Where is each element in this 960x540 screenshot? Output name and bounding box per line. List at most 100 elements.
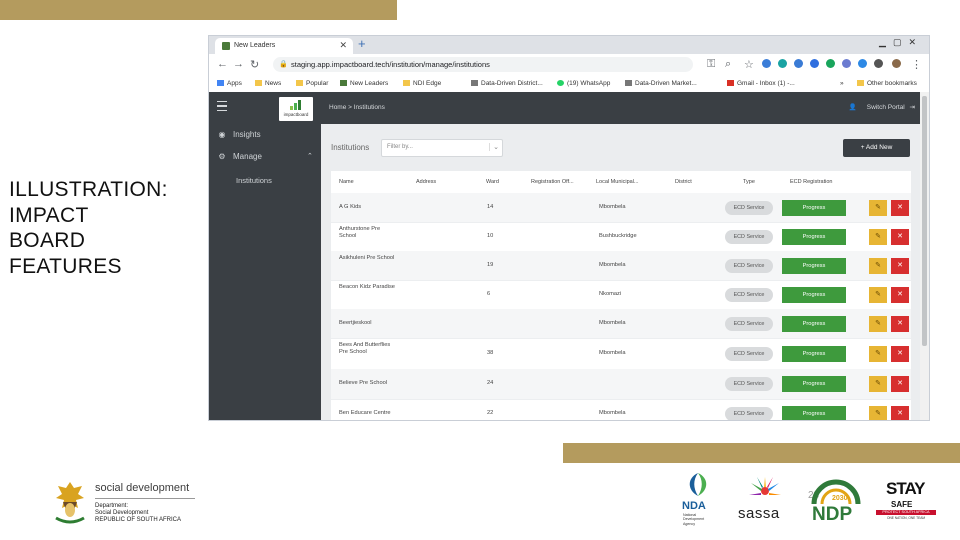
delete-button[interactable]: ✕	[891, 287, 909, 303]
edit-button[interactable]: ✎	[869, 287, 887, 303]
filter-select[interactable]: Filter by... ⌄	[381, 139, 503, 157]
edit-button[interactable]: ✎	[869, 316, 887, 332]
scrollbar-thumb[interactable]	[922, 96, 927, 346]
progress-button[interactable]: Progress	[782, 258, 846, 274]
chevron-up-icon[interactable]: ⌃	[307, 152, 313, 160]
back-icon[interactable]: ←	[217, 58, 228, 70]
column-header[interactable]: Name	[339, 179, 354, 185]
delete-button[interactable]: ✕	[891, 258, 909, 274]
table-row[interactable]: Asikhuleni Pre School 19 Mbombela ECD Servi…	[331, 251, 911, 281]
extension-icon[interactable]	[826, 59, 835, 68]
municipality-value: Mbombela	[599, 204, 626, 210]
type-badge: ECD Service	[725, 407, 773, 420]
dsd-subline: REPUBLIC OF SOUTH AFRICA	[95, 517, 182, 523]
extension-icon[interactable]	[778, 59, 787, 68]
bookmarks-overflow-icon[interactable]: »	[840, 80, 844, 87]
bookmark-star-icon[interactable]: ☆	[744, 58, 754, 71]
bookmark-news[interactable]: News	[255, 80, 281, 87]
column-header[interactable]: Local Municipal...	[596, 179, 639, 185]
url-field[interactable]: 🔒 staging.app.impactboard.tech/instituti…	[273, 57, 693, 72]
extension-icon[interactable]	[762, 59, 771, 68]
type-badge: ECD Service	[725, 317, 773, 331]
column-header[interactable]: ECD Registration	[790, 179, 833, 185]
app-header: Home > Institutions 👤 Switch Portal ⇥	[321, 92, 929, 124]
edit-button[interactable]: ✎	[869, 346, 887, 362]
bookmark-whatsapp[interactable]: (19) WhatsApp	[557, 80, 610, 87]
menu-kebab-icon[interactable]: ⋮	[911, 58, 922, 71]
profile-avatar-icon[interactable]	[892, 59, 901, 68]
extension-icon[interactable]	[794, 59, 803, 68]
bookmark-data-driven-district[interactable]: Data-Driven District...	[471, 80, 543, 87]
impactboard-logo[interactable]: impactboard	[279, 97, 313, 121]
table-header: Name Address Ward Registration Off... Lo…	[331, 171, 911, 194]
bookmark-other[interactable]: Other bookmarks	[857, 80, 917, 87]
edit-button[interactable]: ✎	[869, 258, 887, 274]
progress-button[interactable]: Progress	[782, 376, 846, 392]
scrollbar[interactable]	[920, 92, 929, 420]
table-row[interactable]: Ben Educare Centre 22 Mbombela ECD Service P…	[331, 399, 911, 420]
bookmark-ndi-edge[interactable]: NDI Edge	[403, 80, 441, 87]
column-header[interactable]: Ward	[486, 179, 499, 185]
browser-tab[interactable]: New Leaders ✕	[215, 38, 353, 54]
progress-button[interactable]: Progress	[782, 200, 846, 216]
column-header[interactable]: Registration Off...	[531, 179, 574, 185]
column-header[interactable]: Type	[743, 179, 755, 185]
extension-icon[interactable]	[810, 59, 819, 68]
close-tab-icon[interactable]: ✕	[339, 40, 347, 51]
site-favicon-icon	[222, 42, 230, 50]
delete-button[interactable]: ✕	[891, 229, 909, 245]
bookmark-apps[interactable]: Apps	[217, 80, 242, 87]
progress-button[interactable]: Progress	[782, 346, 846, 362]
delete-button[interactable]: ✕	[891, 376, 909, 392]
table-row[interactable]: Beacon Kidz Paradise 6 Nkomazi ECD Service P…	[331, 280, 911, 310]
dsd-subline: Social Development	[95, 510, 149, 516]
edit-button[interactable]: ✎	[869, 200, 887, 216]
bookmark-data-driven-market[interactable]: Data-Driven Market...	[625, 80, 697, 87]
bookmark-label: New Leaders	[350, 80, 389, 87]
table-row[interactable]: Anthurstone Pre School 10 Bushbuckridge ECD…	[331, 222, 911, 252]
institution-name: Ben Educare Centre	[339, 410, 391, 416]
stay-safe-word: SAFE	[891, 500, 913, 509]
edit-button[interactable]: ✎	[869, 229, 887, 245]
window-controls[interactable]: ▁▢✕	[879, 37, 923, 48]
progress-button[interactable]: Progress	[782, 287, 846, 303]
zoom-icon[interactable]: ⌕	[725, 58, 731, 71]
switch-portal-button[interactable]: 👤 Switch Portal ⇥	[849, 103, 915, 111]
sidebar-item-label: Manage	[233, 152, 262, 161]
bookmark-new-leaders[interactable]: New Leaders	[340, 80, 388, 87]
extension-icon[interactable]	[842, 59, 851, 68]
sidebar-item-institutions[interactable]: Institutions	[236, 176, 272, 185]
column-header[interactable]: District	[675, 179, 692, 185]
pencil-icon: ✎	[875, 233, 881, 240]
extension-icon[interactable]	[874, 59, 883, 68]
add-new-button[interactable]: + Add New	[843, 139, 910, 157]
bookmark-label: Apps	[227, 80, 242, 87]
table-row[interactable]: Beertjieskool Mbombela ECD Service Progress…	[331, 309, 911, 339]
bookmark-popular[interactable]: Popular	[296, 80, 328, 87]
reload-icon[interactable]: ↻	[250, 58, 259, 71]
key-icon[interactable]: ⚿	[707, 58, 715, 71]
table-row[interactable]: A G Kids 14 Mbombela ECD Service Progress ✎ ✕	[331, 193, 911, 223]
progress-button[interactable]: Progress	[782, 406, 846, 420]
delete-button[interactable]: ✕	[891, 200, 909, 216]
breadcrumb[interactable]: Home > Institutions	[329, 104, 385, 111]
sidebar-item-insights[interactable]: ◉ Insights	[217, 130, 261, 139]
forward-icon[interactable]: →	[233, 58, 244, 70]
sassa-wordmark: sassa	[738, 505, 780, 522]
bookmark-gmail[interactable]: Gmail - Inbox (1) -...	[727, 80, 795, 87]
progress-button[interactable]: Progress	[782, 316, 846, 332]
table-row[interactable]: Believe Pre School 24 ECD Service Progress ✎…	[331, 369, 911, 400]
hamburger-menu-icon[interactable]	[217, 101, 227, 111]
table-row[interactable]: Bees And Butterflies Pre School 38 Mbombel…	[331, 338, 911, 370]
delete-button[interactable]: ✕	[891, 406, 909, 420]
delete-button[interactable]: ✕	[891, 346, 909, 362]
delete-button[interactable]: ✕	[891, 316, 909, 332]
extension-icon[interactable]	[858, 59, 867, 68]
column-header[interactable]: Address	[416, 179, 436, 185]
progress-button[interactable]: Progress	[782, 229, 846, 245]
new-tab-icon[interactable]: +	[358, 36, 366, 51]
edit-button[interactable]: ✎	[869, 376, 887, 392]
edit-button[interactable]: ✎	[869, 406, 887, 420]
municipality-value: Mbombela	[599, 410, 626, 416]
sidebar-item-manage[interactable]: ⚙ Manage	[217, 152, 262, 161]
